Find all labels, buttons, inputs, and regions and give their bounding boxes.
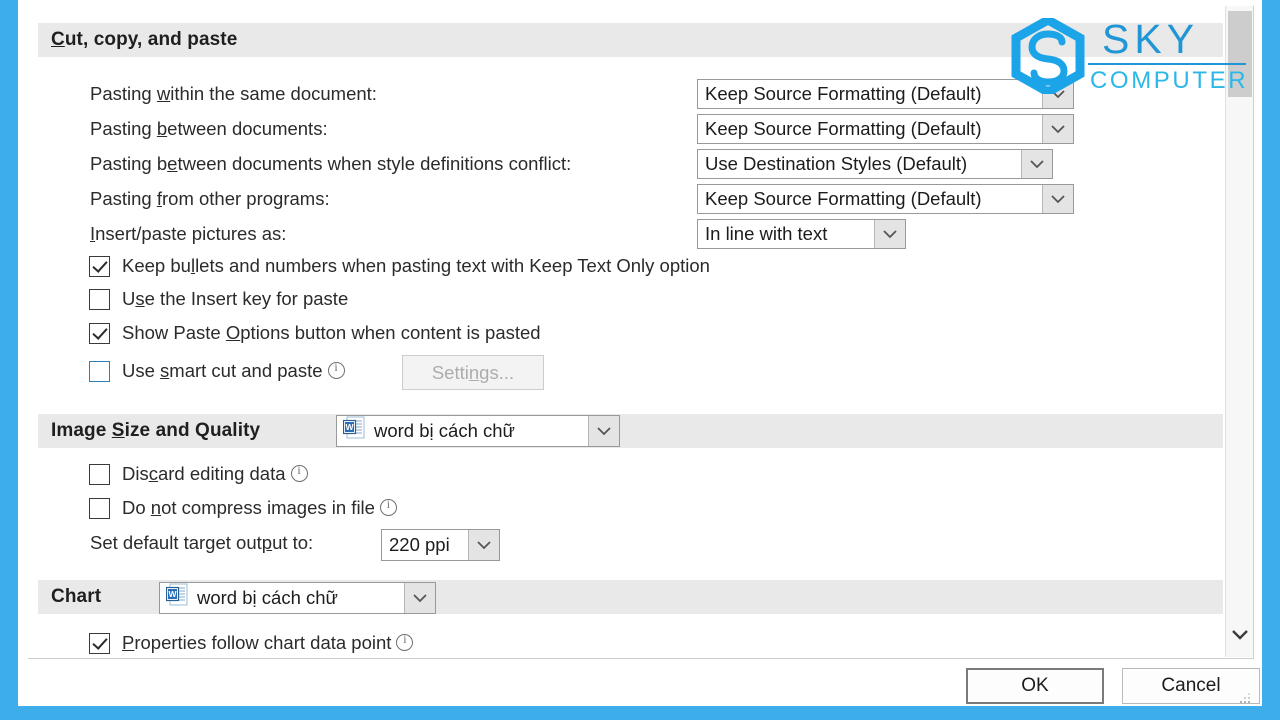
checkbox-show-paste-options-button[interactable] <box>89 322 110 344</box>
info-icon[interactable] <box>290 463 308 482</box>
combo-value-pasting-within-same-document: Keep Source Formatting (Default) <box>705 83 982 104</box>
combo-value-pasting-style-conflict: Use Destination Styles (Default) <box>705 153 968 174</box>
svg-text:W: W <box>168 589 177 599</box>
combo-pasting-between-documents[interactable]: Keep Source Formatting (Default) <box>697 114 1074 144</box>
section-title-image-size-and-quality: Image Size and Quality <box>51 420 261 441</box>
resize-grip-icon[interactable] <box>1237 692 1251 704</box>
combo-value-pasting-between-documents: Keep Source Formatting (Default) <box>705 118 982 139</box>
chevron-down-icon[interactable] <box>1021 150 1052 178</box>
label-pasting-within-same-document: Pasting within the same document: <box>90 83 377 104</box>
cancel-button-label: Cancel <box>1161 675 1221 696</box>
combo-pasting-style-conflict[interactable]: Use Destination Styles (Default) <box>697 149 1053 179</box>
combo-value-default-target-output: 220 ppi <box>389 534 450 555</box>
settings-button-label: Settings... <box>431 361 515 383</box>
checkbox-label-keep-bullets-numbers: Keep bullets and numbers when pasting te… <box>122 255 710 276</box>
label-pasting-style-conflict: Pasting between documents when style def… <box>90 153 572 174</box>
checkbox-label-use-insert-key-for-paste: Use the Insert key for paste <box>122 288 349 309</box>
scroll-down-arrow-icon[interactable] <box>1226 621 1254 647</box>
label-pasting-from-other-programs: Pasting from other programs: <box>90 188 330 209</box>
dialog-button-bar: OK Cancel <box>28 660 1260 706</box>
screenshot-root: Cut, copy, and paste Pasting within the … <box>0 0 1280 720</box>
checkbox-use-smart-cut-and-paste[interactable] <box>89 360 110 382</box>
smart-cut-paste-settings-button[interactable]: Settings... <box>402 355 544 390</box>
info-icon[interactable] <box>327 360 345 379</box>
combo-value-image-size-scope: word bị cách chữ <box>374 420 515 441</box>
checkbox-properties-follow-chart-data-point[interactable] <box>89 632 110 654</box>
chevron-down-icon[interactable] <box>874 220 905 248</box>
options-scroll-pane: Cut, copy, and paste Pasting within the … <box>28 6 1225 657</box>
checkbox-keep-bullets-numbers[interactable] <box>89 255 110 277</box>
checkbox-discard-editing-data[interactable] <box>89 463 110 485</box>
combo-insert-paste-pictures-as[interactable]: In line with text <box>697 219 906 249</box>
label-pasting-between-documents: Pasting between documents: <box>90 118 328 139</box>
chevron-down-icon[interactable] <box>1042 80 1073 108</box>
section-title-cut-copy-paste: Cut, copy, and paste <box>51 29 238 50</box>
ok-button-label: OK <box>1021 675 1049 696</box>
combo-value-pasting-from-other-programs: Keep Source Formatting (Default) <box>705 188 982 209</box>
checkbox-label-use-smart-cut-and-paste: Use smart cut and paste <box>122 360 345 382</box>
ok-button[interactable]: OK <box>966 668 1104 704</box>
checkbox-label-do-not-compress-images: Do not compress images in file <box>122 497 397 519</box>
combo-default-target-output[interactable]: 220 ppi <box>381 529 500 561</box>
word-document-icon: W <box>342 416 365 440</box>
chevron-down-icon[interactable] <box>588 416 619 446</box>
section-header-cut-copy-paste: Cut, copy, and paste <box>38 23 1223 57</box>
checkbox-row-do-not-compress-images[interactable]: Do not compress images in file <box>89 497 397 519</box>
checkbox-do-not-compress-images[interactable] <box>89 497 110 519</box>
checkbox-row-keep-bullets-numbers[interactable]: Keep bullets and numbers when pasting te… <box>89 255 710 277</box>
checkbox-use-insert-key-for-paste[interactable] <box>89 288 110 310</box>
label-insert-paste-pictures-as: Insert/paste pictures as: <box>90 223 287 244</box>
combo-value-insert-paste-pictures-as: In line with text <box>705 223 828 244</box>
checkbox-row-show-paste-options-button[interactable]: Show Paste Options button when content i… <box>89 322 541 344</box>
vertical-scrollbar[interactable] <box>1225 6 1253 657</box>
chevron-down-icon[interactable] <box>468 530 499 560</box>
checkbox-label-properties-follow-chart-data-point: Properties follow chart data point <box>122 632 414 654</box>
chevron-down-icon[interactable] <box>404 583 435 613</box>
combo-chart-scope[interactable]: W word bị cách chữ <box>159 582 436 614</box>
section-header-image-size-and-quality: Image Size and Quality <box>38 414 1223 448</box>
word-options-advanced-dialog: Cut, copy, and paste Pasting within the … <box>28 6 1254 659</box>
chevron-down-icon[interactable] <box>1042 115 1073 143</box>
checkbox-label-show-paste-options-button: Show Paste Options button when content i… <box>122 322 541 343</box>
label-set-default-target-output: Set default target output to: <box>90 532 314 553</box>
combo-image-size-scope[interactable]: W word bị cách chữ <box>336 415 620 447</box>
info-icon[interactable] <box>396 632 414 651</box>
checkbox-row-use-insert-key-for-paste[interactable]: Use the Insert key for paste <box>89 288 348 310</box>
checkbox-label-discard-editing-data: Discard editing data <box>122 463 308 485</box>
combo-pasting-from-other-programs[interactable]: Keep Source Formatting (Default) <box>697 184 1074 214</box>
checkbox-row-properties-follow-chart-data-point[interactable]: Properties follow chart data point <box>89 632 414 654</box>
checkbox-row-discard-editing-data[interactable]: Discard editing data <box>89 463 308 485</box>
section-title-chart: Chart <box>51 586 102 607</box>
scrollbar-thumb[interactable] <box>1228 11 1252 97</box>
svg-text:W: W <box>345 422 354 432</box>
combo-value-chart-scope: word bị cách chữ <box>197 587 338 608</box>
word-document-icon: W <box>165 583 188 607</box>
checkbox-row-use-smart-cut-and-paste[interactable]: Use smart cut and paste <box>89 360 345 382</box>
info-icon[interactable] <box>379 497 397 516</box>
chevron-down-icon[interactable] <box>1042 185 1073 213</box>
combo-pasting-within-same-document[interactable]: Keep Source Formatting (Default) <box>697 79 1074 109</box>
